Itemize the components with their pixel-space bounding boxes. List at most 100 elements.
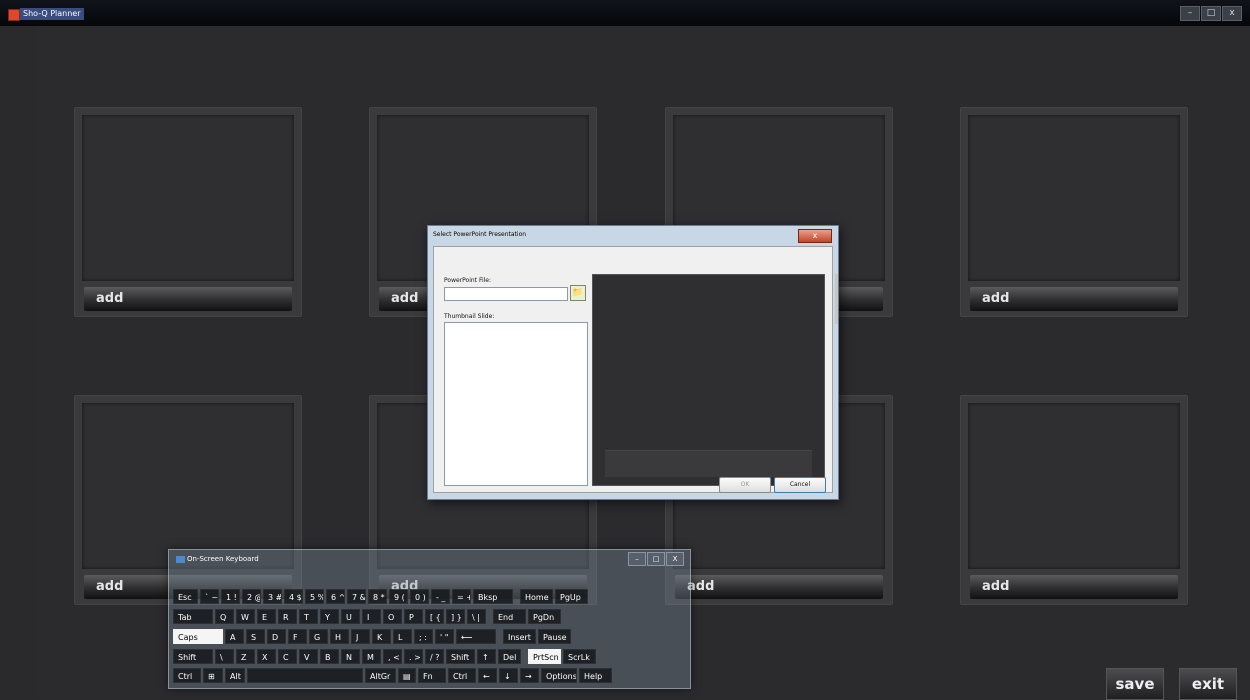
key-4[interactable]: 4 $ [284,589,303,604]
key-end[interactable]: End [493,609,526,624]
key-l[interactable]: L [393,629,412,644]
key-alt[interactable]: Alt [225,668,245,683]
key-k[interactable]: K [372,629,391,644]
key-symbol[interactable]: ▤ [398,668,416,683]
key-g[interactable]: G [309,629,328,644]
minimize-button[interactable]: – [1180,6,1200,21]
key-ctrl[interactable]: Ctrl [448,668,476,683]
key-altgr[interactable]: AltGr [365,668,396,683]
key-8[interactable]: 8 * [368,589,387,604]
key-o[interactable]: O [383,609,402,624]
key-i[interactable]: I [362,609,381,624]
key-shift[interactable]: Shift [173,649,213,664]
key-insert[interactable]: Insert [503,629,536,644]
key-z[interactable]: Z [236,649,255,664]
key-symbol[interactable]: ] } [446,609,465,624]
key-symbol[interactable]: ↑ [477,649,496,664]
keyboard-close-button[interactable]: X [666,552,684,566]
preview-scrollbar[interactable] [835,274,838,324]
key-3[interactable]: 3 # [263,589,282,604]
key-9[interactable]: 9 ( [389,589,408,604]
key-symbol[interactable]: ' " [435,629,454,644]
key-symbol[interactable]: ⊞ [203,668,223,683]
key-symbol[interactable]: \ | [467,609,486,624]
key-j[interactable]: J [351,629,370,644]
key-6[interactable]: 6 ^ [326,589,345,604]
key-x[interactable]: X [257,649,276,664]
key-symbol[interactable]: - _ [431,589,450,604]
key-symbol[interactable]: , < [383,649,402,664]
key-bksp[interactable]: Bksp [473,589,513,604]
key-n[interactable]: N [341,649,360,664]
thumbnail-slide-list[interactable] [444,322,588,486]
key-t[interactable]: T [299,609,318,624]
key-pgdn[interactable]: PgDn [528,609,561,624]
key-prtscn[interactable]: PrtScn [528,649,561,664]
key-a[interactable]: A [225,629,244,644]
key-b[interactable]: B [320,649,339,664]
key-fn[interactable]: Fn [418,668,446,683]
slot-preview [968,403,1180,569]
key-tab[interactable]: Tab [173,609,213,624]
key-v[interactable]: V [299,649,318,664]
key-symbol[interactable]: [ { [425,609,444,624]
key-home[interactable]: Home [520,589,553,604]
key-symbol[interactable]: ⟵ [456,629,496,644]
key-c[interactable]: C [278,649,297,664]
key-symbol[interactable]: ; : [414,629,433,644]
maximize-button[interactable]: □ [1201,6,1221,21]
key-u[interactable]: U [341,609,360,624]
add-button[interactable]: add [675,575,883,599]
key-w[interactable]: W [236,609,255,624]
key-h[interactable]: H [330,629,349,644]
key-s[interactable]: S [246,629,265,644]
key-q[interactable]: Q [215,609,234,624]
key-0[interactable]: 0 ) [410,589,429,604]
keyboard-maximize-button[interactable]: □ [647,552,665,566]
key-options[interactable]: Options [541,668,577,683]
add-button[interactable]: add [84,287,292,311]
key-symbol[interactable]: / ? [425,649,444,664]
key-5[interactable]: 5 % [305,589,324,604]
key-space[interactable] [247,668,363,683]
key-pause[interactable]: Pause [538,629,571,644]
key-esc[interactable]: Esc [173,589,198,604]
key-ctrl[interactable]: Ctrl [173,668,201,683]
key-f[interactable]: F [288,629,307,644]
exit-button[interactable]: exit [1179,668,1237,700]
key-shift[interactable]: Shift [446,649,475,664]
key-y[interactable]: Y [320,609,339,624]
key-e[interactable]: E [257,609,276,624]
key-del[interactable]: Del [498,649,521,664]
key-help[interactable]: Help [579,668,612,683]
key-m[interactable]: M [362,649,381,664]
add-button[interactable]: add [970,575,1178,599]
key-symbol[interactable]: → [520,668,539,683]
file-path-input[interactable] [444,287,568,301]
add-button[interactable]: add [970,287,1178,311]
key-7[interactable]: 7 & [347,589,366,604]
key-p[interactable]: P [404,609,423,624]
cancel-button[interactable]: Cancel [774,477,826,493]
key-symbol[interactable]: . > [404,649,423,664]
key-symbol[interactable]: ← [478,668,497,683]
key-symbol[interactable]: = + [452,589,471,604]
slot-1: add [74,107,302,317]
browse-folder-icon[interactable]: 📁 [570,285,586,301]
ok-button[interactable]: OK [719,477,771,493]
dialog-close-button[interactable]: x [798,229,832,243]
key-1[interactable]: 1 ! [221,589,240,604]
key-symbol[interactable]: ` ~ [200,589,219,604]
key-scrlk[interactable]: ScrLk [563,649,596,664]
key-symbol[interactable]: \ [215,649,234,664]
key-symbol[interactable]: ↓ [499,668,518,683]
key-caps[interactable]: Caps [173,629,223,644]
key-d[interactable]: D [267,629,286,644]
key-2[interactable]: 2 @ [242,589,261,604]
slot-preview [82,115,294,281]
keyboard-minimize-button[interactable]: – [628,552,646,566]
key-pgup[interactable]: PgUp [555,589,588,604]
save-button[interactable]: save [1106,668,1164,700]
key-r[interactable]: R [278,609,297,624]
close-button[interactable]: x [1222,6,1242,21]
